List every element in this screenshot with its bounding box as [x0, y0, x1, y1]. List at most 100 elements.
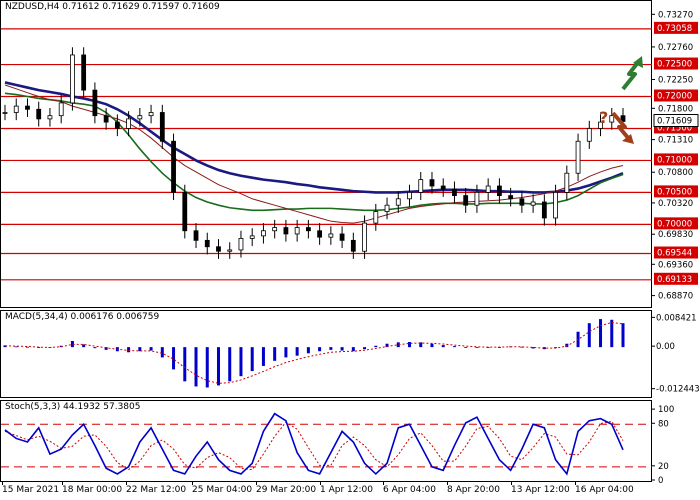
- stoch-main-line: [4, 412, 624, 476]
- level-label: 0.73058: [657, 24, 692, 34]
- price-candle: [47, 115, 53, 120]
- macd-histogram-bar: [441, 345, 445, 348]
- price-candle: [238, 238, 244, 251]
- price-candle: [384, 204, 390, 212]
- price-candle: [508, 195, 514, 200]
- price-candle: [553, 191, 558, 219]
- macd-histogram-bar: [250, 347, 254, 372]
- price-candle: [463, 195, 469, 206]
- price-chart: ?: [1, 28, 653, 281]
- macd-histogram-bar: [329, 347, 333, 350]
- price-axis-labels: 0.730580.725000.720000.715000.710000.705…: [652, 10, 699, 302]
- time-axis-tick: [511, 482, 512, 485]
- price-candle: [25, 105, 30, 110]
- price-candle: [586, 128, 592, 142]
- macd-histogram-bar: [408, 342, 412, 348]
- time-axis-label: 8 Apr 20:00: [447, 485, 500, 495]
- time-axis-tick: [126, 482, 127, 485]
- up-arrow-shaft: [621, 59, 641, 91]
- macd-histogram-bar: [306, 347, 310, 354]
- price-candle: [171, 140, 176, 193]
- time-axis-label: 18 Mar 00:00: [62, 485, 123, 495]
- price-candle: [272, 227, 278, 232]
- macd-histogram-bar: [599, 319, 603, 348]
- price-tick-label: 0.72760: [658, 43, 693, 53]
- price-candle: [362, 222, 367, 252]
- price-tick-label: 0.69360: [658, 260, 693, 270]
- macd-chart: [3, 319, 625, 388]
- stoch-title: Stoch(5,3,3) 44.1932 57.3805: [5, 402, 141, 412]
- moving-average-line-1: [4, 84, 624, 224]
- macd-tick-label: 0.00: [656, 342, 675, 352]
- price-candle: [103, 115, 109, 123]
- price-candle: [182, 191, 188, 232]
- price-candle: [564, 172, 570, 193]
- price-candle: [159, 112, 165, 142]
- price-candle: [204, 239, 210, 248]
- price-candle: [36, 108, 42, 120]
- macd-signal-line: [4, 322, 624, 384]
- price-candle: [429, 179, 435, 187]
- price-candle: [70, 54, 75, 104]
- chart-title: NZDUSD,H4 0.71612 0.71629 0.71597 0.7160…: [5, 2, 220, 12]
- up-arrow-icon: [621, 56, 643, 91]
- price-candle: [395, 198, 401, 206]
- level-label: 0.69544: [657, 249, 692, 259]
- macd-pane[interactable]: MACD(5,34,4) 0.006176 0.006759: [0, 310, 652, 398]
- level-label: 0.69133: [657, 275, 692, 285]
- price-candle: [541, 201, 547, 219]
- macd-histogram-bar: [452, 346, 456, 348]
- macd-histogram-bar: [351, 347, 355, 352]
- price-candle: [227, 249, 233, 252]
- price-candle: [13, 105, 19, 113]
- time-axis-tick: [192, 482, 193, 485]
- time-axis-label: 1 Apr 12:00: [320, 485, 373, 495]
- macd-histogram-bar: [216, 347, 220, 386]
- moving-average-line-3: [4, 81, 624, 194]
- price-candle: [193, 230, 199, 241]
- time-axis-tick: [447, 482, 448, 485]
- stoch-tick-label: 100: [658, 405, 674, 415]
- price-candle: [496, 185, 502, 196]
- level-label: 0.71000: [657, 155, 692, 165]
- macd-tick-label: -0.012443: [656, 385, 700, 395]
- stochastic-chart: [1, 412, 653, 476]
- time-axis-tick: [320, 482, 321, 485]
- stoch-axis: 100 80 20 0: [652, 400, 700, 486]
- price-candle: [350, 239, 356, 252]
- macd-histogram-bar: [93, 347, 97, 349]
- current-price-label: 0.71609: [657, 117, 692, 127]
- macd-axis: 0.008421 0.00 -0.012443: [652, 310, 700, 398]
- time-axis-tick: [62, 482, 63, 485]
- stoch-tick-label: 0: [658, 476, 663, 486]
- price-candle: [339, 233, 345, 241]
- price-tick-label: 0.72250: [658, 76, 693, 86]
- price-candle: [474, 191, 480, 206]
- price-candle: [609, 115, 615, 123]
- macd-histogram-bar: [363, 347, 367, 350]
- time-axis-label: 6 Apr 04:00: [383, 485, 436, 495]
- level-label: 0.70000: [657, 219, 692, 229]
- macd-histogram-bar: [464, 347, 468, 348]
- price-candle: [216, 246, 221, 252]
- level-label: 0.72000: [657, 92, 692, 102]
- macd-histogram-bar: [183, 347, 187, 382]
- macd-tick-label: 0.008421: [656, 313, 697, 323]
- time-axis-label: 25 Mar 04:00: [192, 485, 253, 495]
- price-candle: [373, 211, 379, 224]
- time-axis-tick: [383, 482, 384, 485]
- price-candle: [148, 112, 154, 117]
- macd-axis-labels: 0.008421 0.00 -0.012443: [652, 313, 700, 395]
- time-axis-label: 13 Apr 12:00: [511, 485, 570, 495]
- macd-histogram-bar: [149, 347, 153, 351]
- macd-histogram-bar: [239, 347, 243, 377]
- price-candle: [317, 230, 323, 238]
- price-candle: [418, 179, 424, 193]
- price-candle: [114, 121, 120, 129]
- stochastic-pane[interactable]: Stoch(5,3,3) 44.1932 57.3805: [0, 400, 653, 482]
- price-chart-pane[interactable]: ? NZDUSD,H4 0.71612 0.71629 0.71597 0.71…: [0, 0, 653, 308]
- price-candle: [294, 227, 300, 235]
- price-candle: [249, 235, 255, 239]
- price-candle: [126, 118, 131, 129]
- price-candle: [530, 201, 536, 206]
